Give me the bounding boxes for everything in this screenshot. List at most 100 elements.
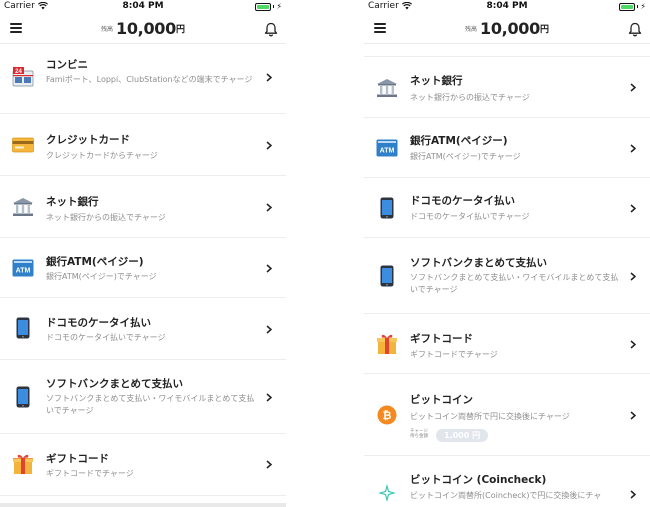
bank-icon [12, 196, 34, 218]
method-row-bitcoin[interactable]: ₿ ビットコイン ビットコイン両替所で円に交換後にチャージ チャージ 待ち金額 … [364, 374, 650, 456]
coincheck-icon [376, 482, 398, 504]
method-row-credit-card[interactable]: クレジットカード クレジットカードからチャージ [0, 114, 286, 176]
chevron-right-icon [266, 73, 272, 82]
atm-icon-text: ATM [380, 148, 395, 155]
balance-unit: 円 [175, 25, 185, 35]
battery-icon [255, 2, 272, 11]
balance-amount: 10,000 [480, 19, 540, 38]
left-screen: Carrier 8:04 PM ⚡ 残高 10,000円 24 コンビニ Fami… [0, 0, 286, 507]
chevron-right-icon [266, 141, 272, 150]
method-subtitle: ビットコイン両替所(Coincheck)で円に交換後にチャ [410, 491, 602, 500]
method-row-net-bank[interactable]: ネット銀行 ネット銀行からの振込でチャージ [364, 56, 650, 118]
pending-amount-badge: 1,000 円 [436, 429, 489, 442]
method-title: ビットコイン (Coincheck) [410, 474, 547, 486]
gift-icon [12, 453, 34, 475]
balance-amount: 10,000 [116, 19, 176, 38]
method-title: ビットコイン [410, 394, 473, 406]
method-title: ネット銀行 [410, 75, 463, 87]
chevron-right-icon [266, 264, 272, 273]
status-bar: Carrier 8:04 PM ⚡ [364, 0, 650, 14]
charge-method-list: 24 コンビニ Famiポート、Loppi、ClubStationなどの端末でチ… [0, 44, 286, 507]
status-time: 8:04 PM [122, 1, 164, 11]
method-title: ギフトコード [410, 333, 473, 345]
battery-indicator: ⚡ [255, 2, 282, 11]
nav-bar: 残高 10,000円 [0, 14, 286, 44]
method-subtitle: 銀行ATM(ペイジー)でチャージ [410, 152, 521, 161]
method-row-atm[interactable]: ATM 銀行ATM(ペイジー) 銀行ATM(ペイジー)でチャージ [364, 118, 650, 178]
pending-label: チャージ 待ち金額 [410, 429, 428, 439]
method-subtitle: 銀行ATM(ペイジー)でチャージ [46, 272, 157, 281]
chevron-right-icon [630, 272, 636, 281]
bell-icon[interactable] [628, 22, 642, 37]
bitcoin-icon: ₿ [376, 404, 398, 426]
method-title: クレジットカード [46, 134, 130, 146]
charging-bolt-icon: ⚡ [276, 2, 282, 11]
method-subtitle: ギフトコードでチャージ [46, 469, 134, 478]
battery-icon [619, 2, 636, 11]
method-subtitle: ドコモのケータイ払いでチャージ [410, 212, 530, 221]
method-title: 銀行ATM(ペイジー) [46, 256, 144, 268]
balance-label: 残高 [465, 26, 478, 33]
method-title: コンビニ [46, 59, 88, 71]
method-row-net-bank[interactable]: ネット銀行 ネット銀行からの振込でチャージ [0, 176, 286, 238]
bank-icon [376, 77, 398, 99]
charging-bolt-icon: ⚡ [640, 2, 646, 11]
bell-icon[interactable] [264, 22, 278, 37]
method-subtitle: ネット銀行からの振込でチャージ [410, 93, 530, 102]
nav-bar: 残高 10,000円 [364, 14, 650, 44]
method-row-docomo[interactable]: ドコモのケータイ払い ドコモのケータイ払いでチャージ [0, 298, 286, 360]
method-row-convenience[interactable]: 24 コンビニ Famiポート、Loppi、ClubStationなどの端末でチ… [0, 44, 286, 114]
method-row-atm[interactable]: ATM 銀行ATM(ペイジー) 銀行ATM(ペイジー)でチャージ [0, 238, 286, 298]
method-subtitle: ビットコイン両替所で円に交換後にチャージ [410, 412, 570, 421]
chevron-right-icon [630, 144, 636, 153]
phone-icon [376, 265, 398, 287]
balance-unit: 円 [539, 25, 549, 35]
battery-indicator: ⚡ [619, 2, 646, 11]
method-subtitle: ドコモのケータイ払いでチャージ [46, 333, 166, 342]
method-row-softbank[interactable]: ソフトバンクまとめて支払い ソフトバンクまとめて支払い・ワイモバイルまとめて支払… [0, 360, 286, 434]
method-subtitle: Famiポート、Loppi、ClubStationなどの端末でチャージ [46, 75, 253, 84]
method-title: ドコモのケータイ払い [46, 317, 151, 329]
svg-text:₿: ₿ [383, 409, 392, 422]
balance-display: 残高 10,000円 [364, 18, 650, 38]
status-bar: Carrier 8:04 PM ⚡ [0, 0, 286, 14]
method-title: ドコモのケータイ払い [410, 195, 515, 207]
chevron-right-icon [266, 393, 272, 402]
method-title: ソフトバンクまとめて支払い [46, 378, 184, 390]
status-time: 8:04 PM [486, 1, 528, 11]
right-screen: Carrier 8:04 PM ⚡ 残高 10,000円 ネット銀行 ネット銀行か… [364, 0, 650, 507]
method-row-docomo[interactable]: ドコモのケータイ払い ドコモのケータイ払いでチャージ [364, 178, 650, 238]
method-title: ソフトバンクまとめて支払い [410, 257, 548, 269]
chevron-right-icon [630, 204, 636, 213]
atm-icon: ATM [12, 257, 34, 279]
chevron-right-icon [266, 203, 272, 212]
list-edge [0, 503, 286, 507]
method-subtitle: ソフトバンクまとめて支払い・ワイモバイルまとめて支払いでチャージ [410, 273, 619, 294]
method-title: 銀行ATM(ペイジー) [410, 135, 508, 147]
chevron-right-icon [630, 340, 636, 349]
chevron-right-icon [630, 411, 636, 420]
method-row-softbank[interactable]: ソフトバンクまとめて支払い ソフトバンクまとめて支払い・ワイモバイルまとめて支払… [364, 238, 650, 314]
credit-card-icon [12, 134, 34, 156]
atm-icon-text: ATM [16, 268, 31, 275]
convenience-store-icon: 24 [12, 65, 34, 87]
method-subtitle: ネット銀行からの振込でチャージ [46, 213, 166, 222]
balance-label: 残高 [101, 26, 114, 33]
method-subtitle: ギフトコードでチャージ [410, 350, 498, 359]
phone-icon [376, 197, 398, 219]
chevron-right-icon [630, 490, 636, 499]
phone-icon [12, 317, 34, 339]
method-row-gift-code[interactable]: ギフトコード ギフトコードでチャージ [364, 314, 650, 374]
chevron-right-icon [266, 325, 272, 334]
gift-icon [376, 333, 398, 355]
phone-icon [12, 386, 34, 408]
chevron-right-icon [630, 83, 636, 92]
method-row-coincheck[interactable]: ビットコイン (Coincheck) ビットコイン両替所(Coincheck)で… [364, 456, 650, 507]
atm-icon: ATM [376, 137, 398, 159]
pending-label-line2: 待ち金額 [410, 434, 428, 439]
method-row-gift-code[interactable]: ギフトコード ギフトコードでチャージ [0, 434, 286, 496]
chevron-right-icon [266, 460, 272, 469]
balance-display: 残高 10,000円 [0, 18, 286, 38]
method-subtitle: ソフトバンクまとめて支払い・ワイモバイルまとめて支払いでチャージ [46, 394, 255, 415]
method-subtitle: クレジットカードからチャージ [46, 151, 158, 160]
